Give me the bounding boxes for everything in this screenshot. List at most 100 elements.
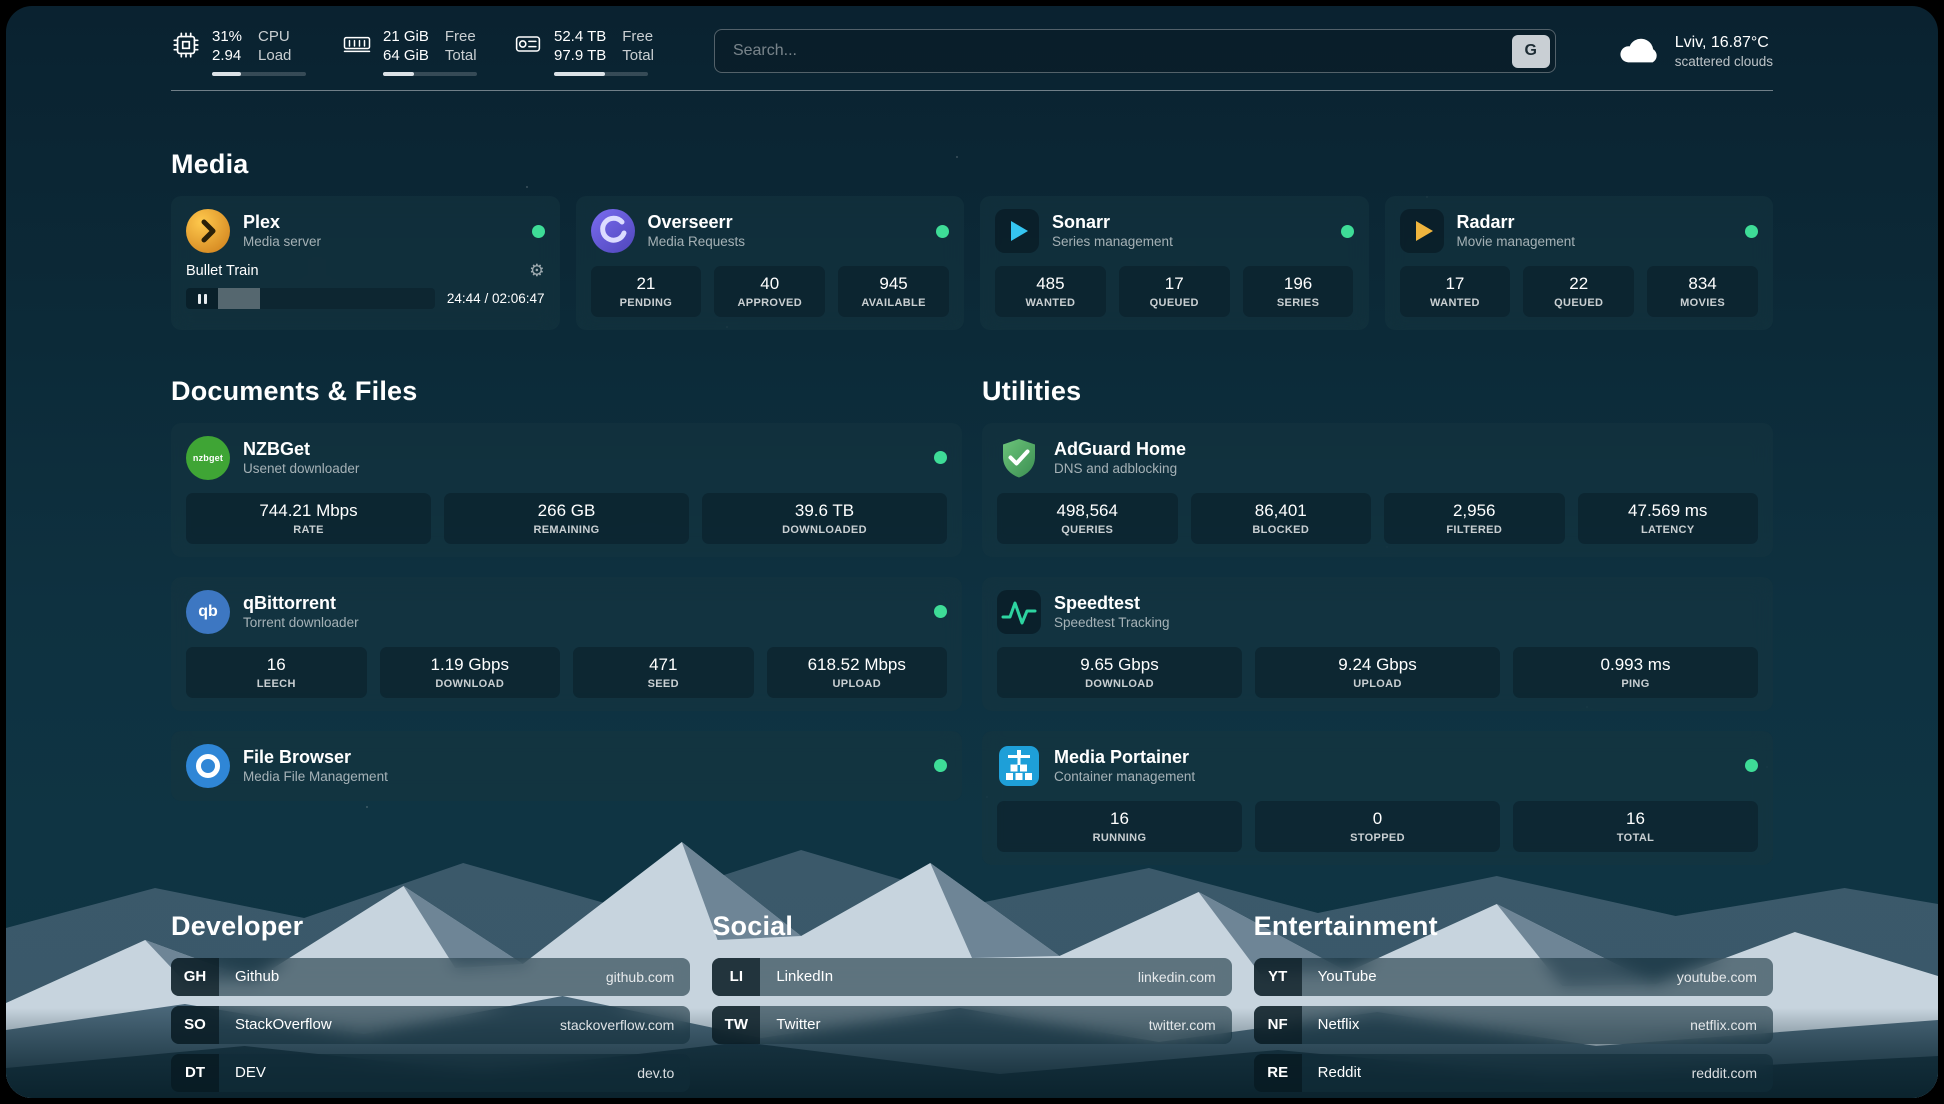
bookmark-url: github.com [606,969,674,985]
bookmark-youtube[interactable]: YT YouTube youtube.com [1254,958,1773,996]
stat-pending: 21 PENDING [591,266,702,317]
service-card-overseerr[interactable]: Overseerr Media Requests 21 PENDING 40 A… [576,196,965,330]
memory-widget: 21 GiB 64 GiB Free Total [342,27,477,76]
service-name: Plex [243,211,321,234]
weather-widget: Lviv, 16.87°C scattered clouds [1616,34,1773,69]
stat-approved: 40 APPROVED [714,266,825,317]
stat-wanted: 17 WANTED [1400,266,1511,317]
playback-progress-bar[interactable] [218,288,435,309]
filebrowser-icon [186,744,230,788]
bookmark-reddit[interactable]: RE Reddit reddit.com [1254,1054,1773,1092]
bookmark-abbr: YT [1254,958,1302,996]
bookmark-abbr: SO [171,1006,219,1044]
stat-movies: 834 MOVIES [1647,266,1758,317]
bookmark-name: Reddit [1318,1064,1361,1081]
stat-upload: 9.24 Gbps UPLOAD [1255,647,1500,698]
service-card-sonarr[interactable]: Sonarr Series management 485 WANTED 17 Q… [980,196,1369,330]
status-online-dot [1745,759,1758,772]
cpu-chip-icon [171,30,201,60]
bookmark-abbr: TW [712,1006,760,1044]
bookmark-twitter[interactable]: TW Twitter twitter.com [712,1006,1231,1044]
memory-total-value: 64 GiB [383,46,429,66]
hard-drive-icon [513,30,543,60]
disk-label-top: Free [622,27,654,47]
status-online-dot [934,605,947,618]
disk-free-value: 52.4 TB [554,27,606,47]
cloud-icon [1616,34,1662,68]
service-name: Media Portainer [1054,746,1195,769]
bookmark-url: netflix.com [1690,1017,1757,1033]
dashboard-screen: 31% 2.94 CPU Load [6,6,1938,1098]
stat-queries: 498,564 QUERIES [997,493,1178,544]
weather-location: Lviv, 16.87°C [1675,34,1773,52]
portainer-icon [997,744,1041,788]
stat-rate: 744.21 Mbps RATE [186,493,431,544]
service-card-plex[interactable]: Plex Media server Bullet Train ⚙ [171,196,560,330]
bookmark-abbr: GH [171,958,219,996]
stat-ping: 0.993 ms PING [1513,647,1758,698]
service-subtitle: Torrent downloader [243,614,359,632]
section-title-documents: Documents & Files [171,376,962,407]
bookmark-url: linkedin.com [1138,969,1216,985]
service-subtitle: Speedtest Tracking [1054,614,1170,632]
stat-wanted: 485 WANTED [995,266,1106,317]
bookmark-name: Github [235,968,279,985]
cpu-widget: 31% 2.94 CPU Load [171,27,306,76]
search-provider-button[interactable]: G [1512,35,1550,68]
bookmark-name: Netflix [1318,1016,1360,1033]
bookmark-name: DEV [235,1064,266,1081]
bookmark-name: Twitter [776,1016,820,1033]
bookmark-name: StackOverflow [235,1016,332,1033]
service-name: Overseerr [648,211,746,234]
memory-free-value: 21 GiB [383,27,429,47]
service-subtitle: Media Requests [648,233,746,251]
memory-label-top: Free [445,27,477,47]
stat-downloaded: 39.6 TB DOWNLOADED [702,493,947,544]
bookmark-netflix[interactable]: NF Netflix netflix.com [1254,1006,1773,1044]
bookmark-abbr: LI [712,958,760,996]
section-title-entertainment: Entertainment [1254,911,1773,942]
service-subtitle: Movie management [1457,233,1576,251]
cpu-label-top: CPU [258,27,291,47]
bookmark-stackoverflow[interactable]: SO StackOverflow stackoverflow.com [171,1006,690,1044]
radarr-icon [1400,209,1444,253]
cpu-percent: 31% [212,27,242,47]
service-subtitle: Series management [1052,233,1173,251]
service-name: Radarr [1457,211,1576,234]
service-card-speedtest[interactable]: Speedtest Speedtest Tracking 9.65 Gbps D… [982,577,1773,711]
bookmark-url: reddit.com [1692,1065,1757,1081]
status-online-dot [934,759,947,772]
stat-stopped: 0 STOPPED [1255,801,1500,852]
memory-usage-bar [383,72,477,76]
nzbget-icon: nzbget [186,436,230,480]
bookmark-dev[interactable]: DT DEV dev.to [171,1054,690,1092]
bookmark-url: dev.to [637,1065,674,1081]
memory-label-bottom: Total [445,46,477,66]
cpu-label-bottom: Load [258,46,291,66]
stat-download: 1.19 Gbps DOWNLOAD [380,647,561,698]
disk-widget: 52.4 TB 97.9 TB Free Total [513,27,654,76]
now-playing-title: Bullet Train [186,263,259,279]
bookmark-github[interactable]: GH Github github.com [171,958,690,996]
adguard-shield-icon [997,436,1041,480]
section-entertainment: Entertainment YT YouTube youtube.com NF … [1254,911,1773,1098]
section-title-media: Media [171,149,1773,180]
ram-icon [342,30,372,60]
section-utilities: Utilities [982,376,1773,865]
service-card-qbittorrent[interactable]: qb qBittorrent Torrent downloader 16 [171,577,962,711]
cpu-usage-bar [212,72,306,76]
bookmark-linkedin[interactable]: LI LinkedIn linkedin.com [712,958,1231,996]
service-card-portainer[interactable]: Media Portainer Container management 16 … [982,731,1773,865]
status-online-dot [532,225,545,238]
service-card-nzbget[interactable]: nzbget NZBGet Usenet downloader 744.21 M… [171,423,962,557]
pause-button[interactable] [186,288,218,309]
stat-series: 196 SERIES [1243,266,1354,317]
service-card-filebrowser[interactable]: File Browser Media File Management [171,731,962,801]
stat-seed: 471 SEED [573,647,754,698]
overseerr-icon [591,209,635,253]
service-card-radarr[interactable]: Radarr Movie management 17 WANTED 22 QUE… [1385,196,1774,330]
search-input[interactable] [731,41,1512,61]
service-card-adguard[interactable]: AdGuard Home DNS and adblocking 498,564 … [982,423,1773,557]
gear-icon[interactable]: ⚙ [529,262,544,279]
stat-running: 16 RUNNING [997,801,1242,852]
